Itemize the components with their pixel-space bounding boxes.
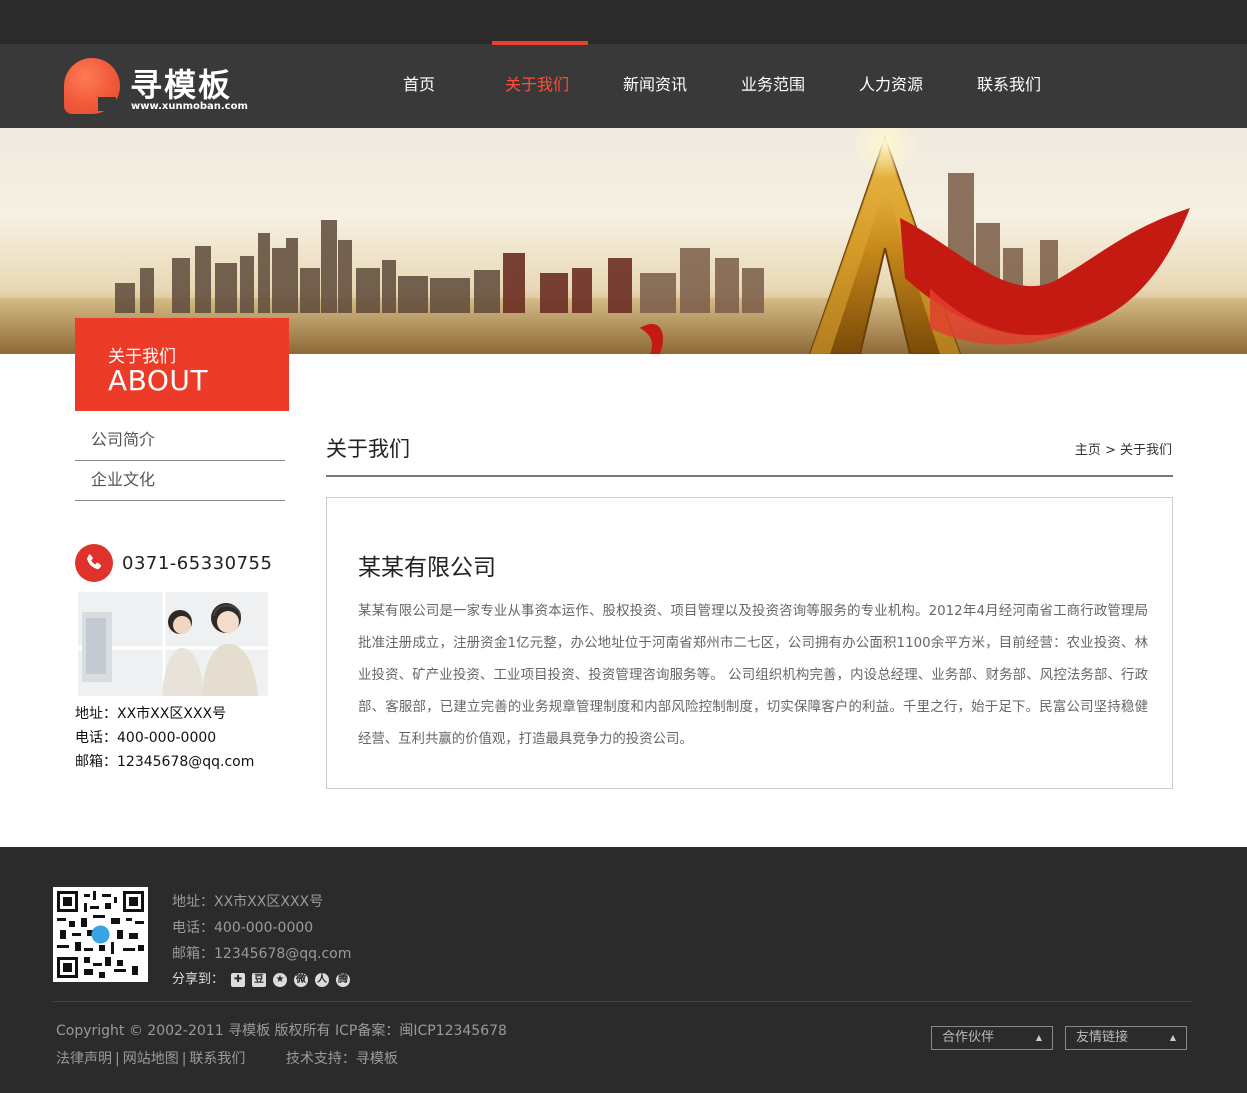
hotline: 0371-65330755	[75, 543, 272, 583]
link-separator: |	[115, 1051, 120, 1067]
main-nav: 首页 关于我们 新闻资讯 业务范围 人力资源 联系我们	[360, 41, 1068, 128]
logo-text: 寻模板	[130, 66, 233, 104]
customer-service-photo	[78, 592, 268, 696]
footer-divider	[53, 1001, 1193, 1002]
footer-contact: 地址：XX市XX区XXX号 电话：400-000-0000 邮箱：1234567…	[172, 889, 351, 993]
sidebar-contact: 地址：XX市XX区XXX号 电话：400-000-0000 邮箱：1234567…	[75, 702, 254, 774]
nav-item-home[interactable]: 首页	[360, 44, 478, 128]
nav-item-hr[interactable]: 人力资源	[832, 44, 950, 128]
sidebar-email: 邮箱：12345678@qq.com	[75, 754, 255, 770]
friend-links-select-value: 友情链接	[1076, 1030, 1129, 1045]
footer-links: 法律声明 | 网站地图 | 联系我们 技术支持：寻模板	[56, 1048, 398, 1068]
company-description: 某某有限公司是一家专业从事资本运作、股权投资、项目管理以及投资咨询等服务的专业机…	[358, 604, 1148, 747]
footer-link-legal[interactable]: 法律声明	[56, 1051, 112, 1067]
link-separator: |	[181, 1051, 187, 1067]
nav-item-about[interactable]: 关于我们	[478, 41, 596, 128]
logo-icon	[64, 58, 120, 114]
partner-select[interactable]: 合作伙伴 ▲	[931, 1026, 1053, 1050]
logo-url: www.xunmoban.com	[131, 101, 248, 112]
footer-link-sitemap[interactable]: 网站地图	[123, 1051, 179, 1067]
hotline-number: 0371-65330755	[122, 552, 273, 574]
caret-up-icon: ▲	[1035, 1033, 1042, 1042]
footer-tel: 电话：400-000-0000	[172, 920, 314, 936]
caret-up-icon: ▲	[1169, 1033, 1176, 1042]
company-name: 某某有限公司	[358, 555, 496, 581]
friend-links-select[interactable]: 友情链接 ▲	[1065, 1026, 1187, 1050]
nav-item-contact[interactable]: 联系我们	[950, 44, 1068, 128]
section-heading-en: ABOUT	[108, 364, 209, 397]
title-divider	[326, 475, 1173, 477]
content-panel: 某某有限公司 某某有限公司是一家专业从事资本运作、股权投资、项目管理以及投资咨询…	[326, 497, 1173, 789]
tech-support: 技术支持：寻模板	[285, 1051, 398, 1067]
qr-code-icon	[53, 887, 148, 982]
nav-item-news[interactable]: 新闻资讯	[596, 44, 714, 128]
top-strip	[0, 0, 1247, 44]
tqq-icon[interactable]: 腾	[336, 973, 351, 987]
weibo-icon[interactable]: 微	[294, 973, 309, 987]
header-navbar: 寻模板 www.xunmoban.com 首页 关于我们 新闻资讯 业务范围 人…	[0, 41, 1247, 128]
footer-address: 地址：XX市XX区XXX号	[172, 894, 324, 910]
favorite-icon[interactable]: ★	[273, 973, 288, 987]
share-label: 分享到：	[172, 972, 225, 987]
partner-select-value: 合作伙伴	[942, 1030, 995, 1045]
douban-icon[interactable]: 豆	[252, 973, 267, 987]
footer: 地址：XX市XX区XXX号 电话：400-000-0000 邮箱：1234567…	[0, 847, 1247, 1093]
sidebar-item-company-intro[interactable]: 公司简介	[75, 421, 285, 461]
section-heading-box: 关于我们 ABOUT	[75, 318, 289, 411]
footer-email: 邮箱：12345678@qq.com	[172, 946, 352, 962]
sidebar-address: 地址：XX市XX区XXX号	[75, 706, 227, 722]
qzone-icon[interactable]: ✚	[231, 973, 246, 987]
site-logo[interactable]: 寻模板 www.xunmoban.com	[64, 58, 264, 118]
sidebar-menu: 公司简介 企业文化	[75, 421, 285, 501]
footer-link-contact[interactable]: 联系我们	[189, 1051, 245, 1067]
share-bar: 分享到： ✚ 豆 ★ 微 人 腾	[172, 967, 351, 993]
page-title: 关于我们	[326, 437, 410, 461]
nav-item-business[interactable]: 业务范围	[714, 44, 832, 128]
breadcrumb[interactable]: 主页 > 关于我们	[1075, 439, 1172, 458]
renren-icon[interactable]: 人	[315, 973, 330, 987]
copyright: Copyright © 2002-2011 寻模板 版权所有 ICP备案：闽IC…	[56, 1023, 507, 1039]
sidebar-tel: 电话：400-000-0000	[75, 730, 217, 746]
sidebar-item-culture[interactable]: 企业文化	[75, 461, 285, 501]
phone-icon	[75, 544, 113, 582]
